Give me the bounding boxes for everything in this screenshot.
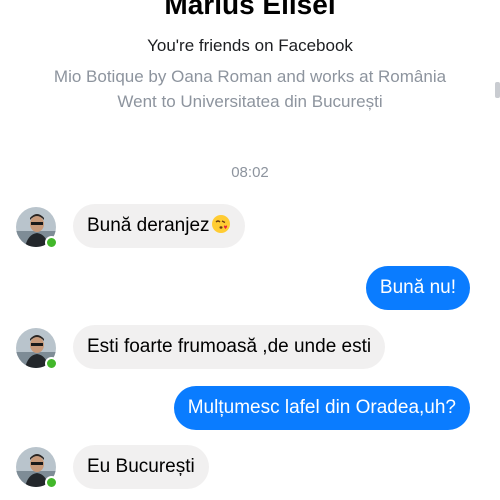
message-text: Esti foarte frumoasă ,de unde esti <box>87 336 372 357</box>
scrollbar[interactable] <box>495 82 500 98</box>
message-bubble-incoming[interactable]: Eu București <box>73 445 209 489</box>
message-bubble-incoming[interactable]: Bună deranjez <box>73 204 245 248</box>
message-text: Bună nu! <box>379 277 456 298</box>
message-timestamp: 08:02 <box>231 164 269 181</box>
friends-status: You're friends on Facebook <box>147 36 353 55</box>
message-text: Mulțumesc lafel din Oradea,uh? <box>187 397 456 418</box>
message-bubble-incoming[interactable]: Esti foarte frumoasă ,de unde esti <box>73 325 386 369</box>
message-bubble-outgoing[interactable]: Mulțumesc lafel din Oradea,uh? <box>173 386 470 430</box>
profile-name[interactable]: Marius Elisei <box>0 0 500 22</box>
message-bubble-outgoing[interactable]: Bună nu! <box>365 266 470 310</box>
profile-school: Went to Universitatea din București <box>117 92 383 111</box>
kissing-heart-emoji-icon <box>211 215 230 233</box>
online-status-indicator <box>45 357 58 370</box>
online-status-indicator <box>45 236 58 249</box>
message-text: Eu București <box>87 456 195 477</box>
message-text: Bună deranjez <box>87 215 210 236</box>
avatar[interactable] <box>16 328 58 370</box>
avatar[interactable] <box>16 447 58 489</box>
profile-work: Mio Botique by Oana Roman and works at R… <box>53 67 447 86</box>
avatar[interactable] <box>16 207 58 249</box>
online-status-indicator <box>45 476 58 489</box>
